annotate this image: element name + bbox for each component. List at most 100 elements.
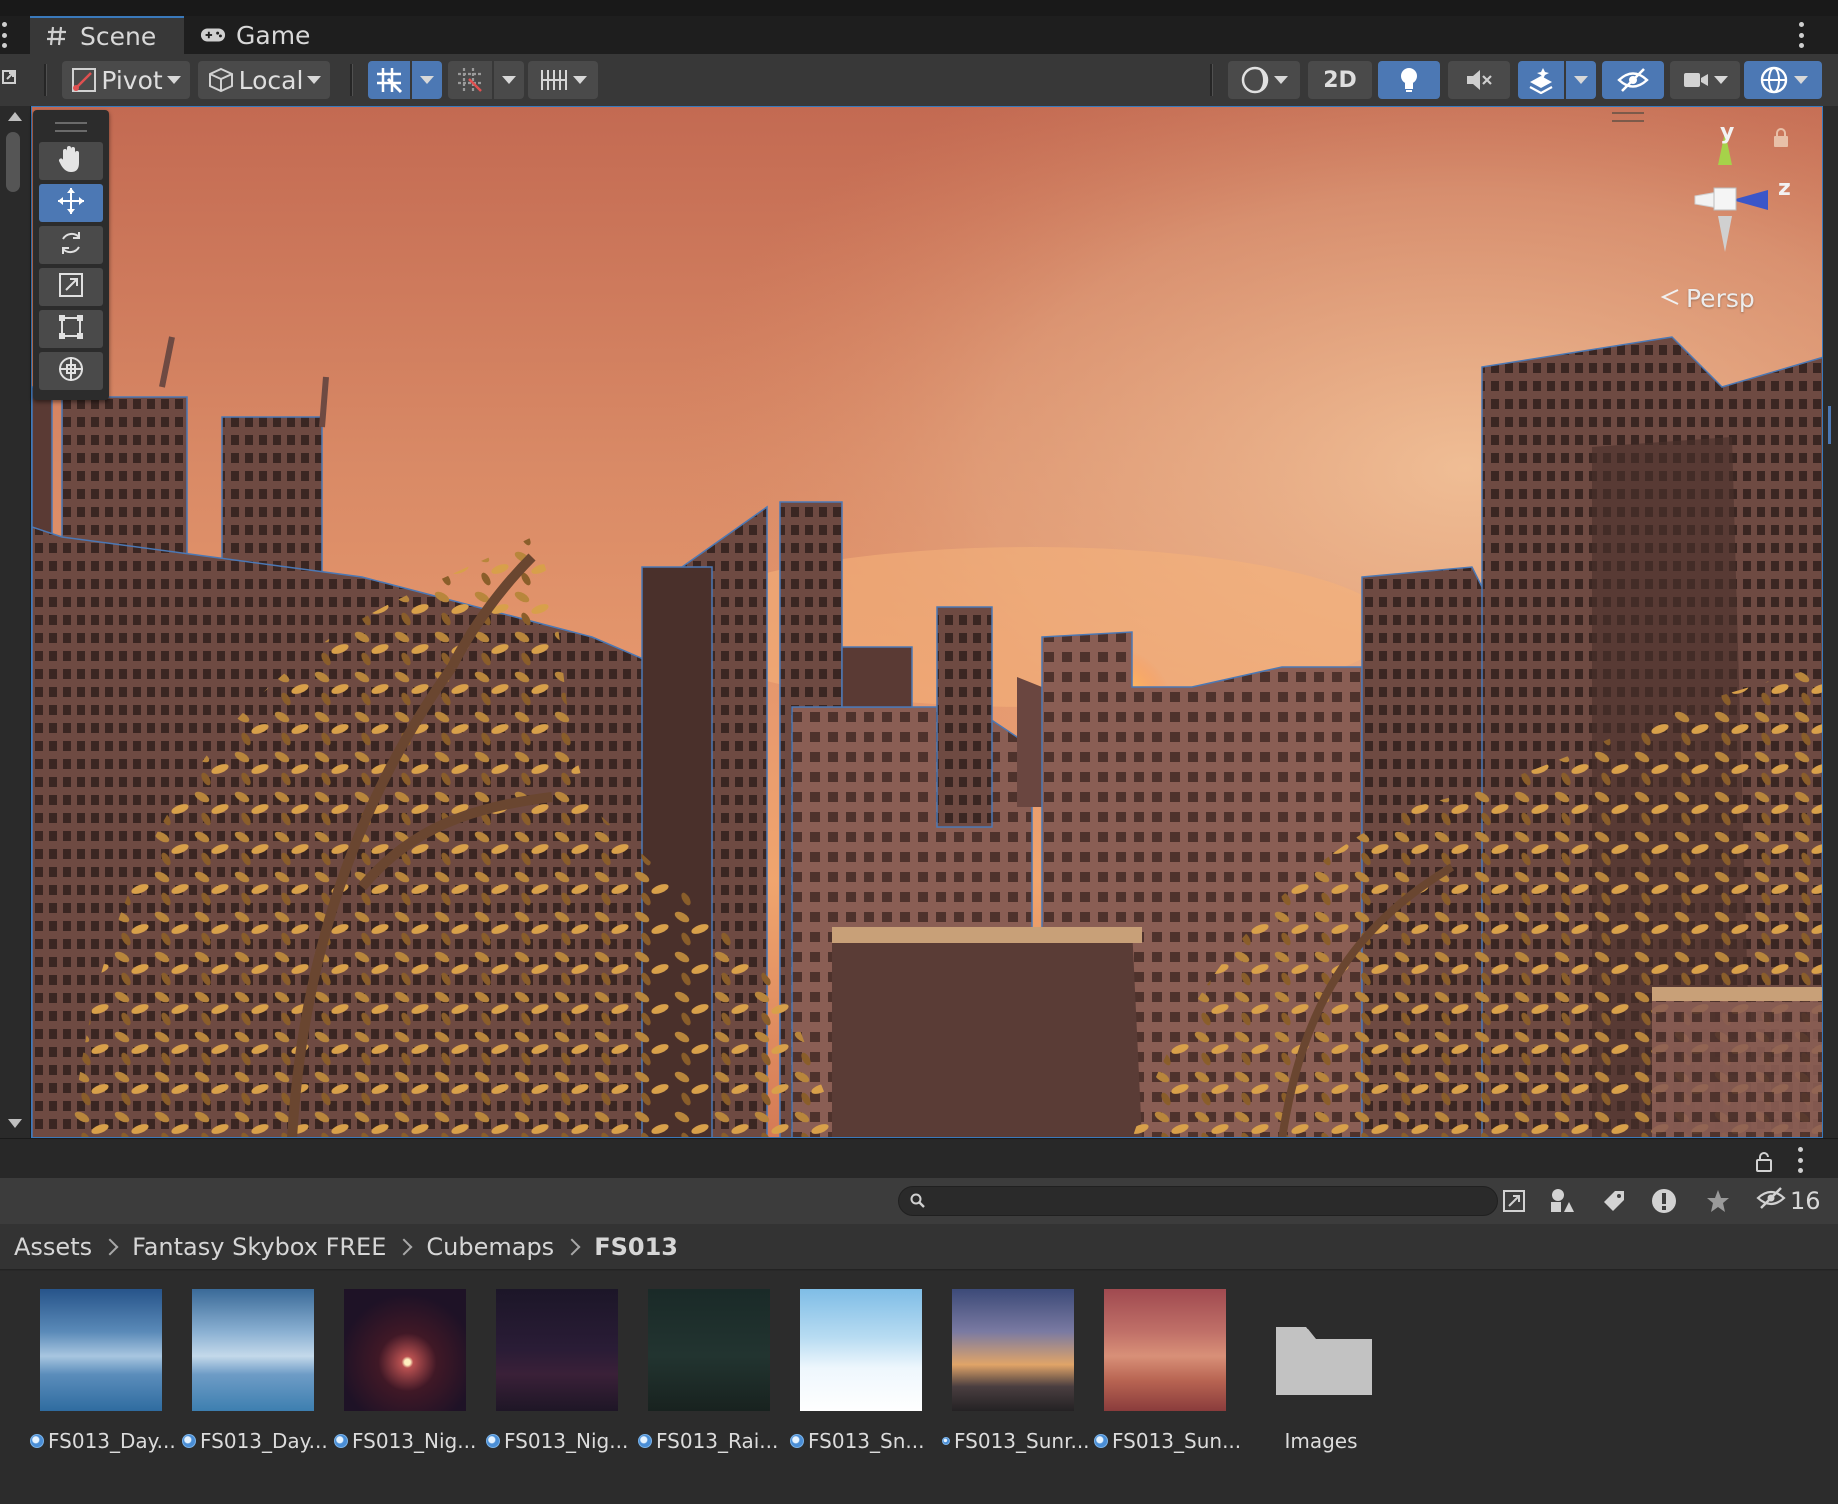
lighting-toggle[interactable]: [1378, 61, 1440, 99]
rotate-tool-button[interactable]: [39, 226, 103, 264]
axis-y-label: y: [1720, 120, 1735, 145]
asset-item[interactable]: FS013_Day...: [182, 1289, 334, 1453]
chevron-down-icon: [1714, 76, 1728, 84]
audio-toggle[interactable]: [1448, 61, 1510, 99]
project-panel-menu-icon[interactable]: [1796, 1147, 1804, 1173]
breadcrumb-item-fantasy-skybox[interactable]: Fantasy Skybox FREE: [132, 1233, 386, 1261]
hand-icon: [57, 144, 85, 178]
cubemap-icon: [486, 1434, 500, 1448]
move-tool-button[interactable]: [39, 184, 103, 222]
eye-slash-icon: [1617, 67, 1649, 93]
overlay-grip-icon[interactable]: [1612, 112, 1644, 122]
asset-search-input[interactable]: [898, 1186, 1498, 1216]
scene-right-edge: [1823, 106, 1838, 1138]
scroll-thumb[interactable]: [6, 132, 20, 192]
asset-item[interactable]: FS013_Sn...: [790, 1289, 942, 1453]
asset-label: FS013_Nig...: [352, 1429, 477, 1453]
favorites-star-icon[interactable]: [1696, 1184, 1740, 1218]
increment-snap-toggle[interactable]: [448, 61, 492, 99]
scene-camera-dropdown[interactable]: [1670, 61, 1740, 99]
pivot-dropdown[interactable]: Pivot: [62, 61, 190, 99]
asset-item[interactable]: FS013_Rai...: [638, 1289, 790, 1453]
eye-slash-icon: [1756, 1186, 1786, 1216]
tab-game[interactable]: Game: [186, 16, 316, 54]
increment-snap-dropdown[interactable]: [494, 61, 524, 99]
cubemap-icon: [30, 1434, 44, 1448]
asset-item[interactable]: FS013_Sunr...: [942, 1289, 1094, 1453]
asset-item[interactable]: FS013_Day...: [30, 1289, 182, 1453]
grid-snap-toggle[interactable]: [368, 61, 410, 99]
breadcrumb-item-cubemaps[interactable]: Cubemaps: [426, 1233, 554, 1261]
chevron-down-icon: [307, 76, 322, 84]
scene-viewport[interactable]: [31, 106, 1823, 1138]
scene-tab-bar: Scene Game: [0, 16, 1838, 54]
chevron-right-icon: [563, 1238, 581, 1255]
breadcrumb: Assets Fantasy Skybox FREE Cubemaps FS01…: [0, 1224, 1838, 1270]
cubemap-thumbnail: [1104, 1289, 1226, 1411]
cubemap-icon: [182, 1434, 196, 1448]
gamepad-icon: [200, 22, 226, 48]
filter-by-log-icon[interactable]: [1642, 1184, 1686, 1218]
chevron-down-icon: [1274, 76, 1288, 84]
effects-dropdown[interactable]: [1566, 61, 1596, 99]
grid-visibility-dropdown[interactable]: [528, 61, 598, 99]
breadcrumb-item-current[interactable]: FS013: [594, 1233, 678, 1261]
asset-item[interactable]: FS013_Nig...: [486, 1289, 638, 1453]
scene-window-menu-icon[interactable]: [1797, 22, 1805, 48]
scene-left-scrollbar[interactable]: [0, 106, 31, 1138]
cubemap-icon: [334, 1434, 348, 1448]
search-by-type-icon[interactable]: [1492, 1184, 1536, 1218]
chevron-right-icon: [395, 1238, 413, 1255]
palette-grip-icon[interactable]: [55, 122, 87, 132]
local-label: Local: [238, 65, 304, 95]
grid-snap-icon: [374, 65, 404, 95]
mute-icon: [1465, 67, 1493, 93]
scroll-up-arrow-icon[interactable]: [8, 112, 22, 121]
gizmos-dropdown[interactable]: [1744, 61, 1822, 99]
tab-bar-menu-icon[interactable]: [0, 22, 8, 48]
scale-icon: [57, 271, 85, 303]
tab-scene[interactable]: Scene: [30, 16, 184, 54]
ruler-grid-icon: [539, 66, 569, 94]
toolbar-separator: [44, 64, 47, 96]
shading-mode-dropdown[interactable]: [1228, 61, 1300, 99]
cubemap-thumbnail: [496, 1289, 618, 1411]
hidden-packages-toggle[interactable]: 16: [1756, 1184, 1821, 1218]
grid-snap-dropdown[interactable]: [412, 61, 442, 99]
asset-label: FS013_Sn...: [808, 1429, 925, 1453]
tab-scene-label: Scene: [80, 21, 157, 51]
asset-label: FS013_Nig...: [504, 1429, 629, 1453]
cubemap-thumbnail: [40, 1289, 162, 1411]
projection-toggle[interactable]: Persp: [1660, 284, 1755, 313]
rect-tool-button[interactable]: [39, 310, 103, 348]
toolbar-separator: [1210, 64, 1213, 96]
toggle-2d-button[interactable]: 2D: [1308, 61, 1372, 99]
effects-toggle[interactable]: [1518, 61, 1564, 99]
asset-item[interactable]: Images: [1246, 1289, 1398, 1453]
project-panel-header: [0, 1138, 1838, 1179]
breadcrumb-item-assets[interactable]: Assets: [14, 1233, 92, 1261]
local-dropdown[interactable]: Local: [198, 61, 330, 99]
panel-lock-icon[interactable]: [1754, 1151, 1774, 1177]
filter-by-label-icon[interactable]: [1592, 1184, 1636, 1218]
asset-item[interactable]: FS013_Sun...: [1094, 1289, 1246, 1453]
rect-transform-icon: [57, 313, 85, 345]
shading-sphere-icon: [1240, 65, 1270, 95]
scene-visibility-toggle[interactable]: [1602, 61, 1664, 99]
rotate-icon: [57, 229, 85, 261]
asset-label: FS013_Rai...: [656, 1429, 779, 1453]
scale-tool-button[interactable]: [39, 268, 103, 306]
persp-chevron-icon: [1660, 284, 1680, 313]
folder-icon: [1256, 1289, 1378, 1411]
chevron-right-icon: [101, 1238, 119, 1255]
asset-item[interactable]: FS013_Nig...: [334, 1289, 486, 1453]
hand-tool-button[interactable]: [39, 142, 103, 180]
cubemap-thumbnail: [192, 1289, 314, 1411]
orientation-gizmo[interactable]: y z: [1650, 120, 1800, 270]
scroll-down-arrow-icon[interactable]: [8, 1119, 22, 1128]
cubemap-icon: [790, 1434, 804, 1448]
maximize-icon[interactable]: [2, 66, 16, 92]
transform-tool-button[interactable]: [39, 352, 103, 390]
toolbar-separator: [350, 64, 353, 96]
filter-by-type-icon[interactable]: [1540, 1184, 1584, 1218]
